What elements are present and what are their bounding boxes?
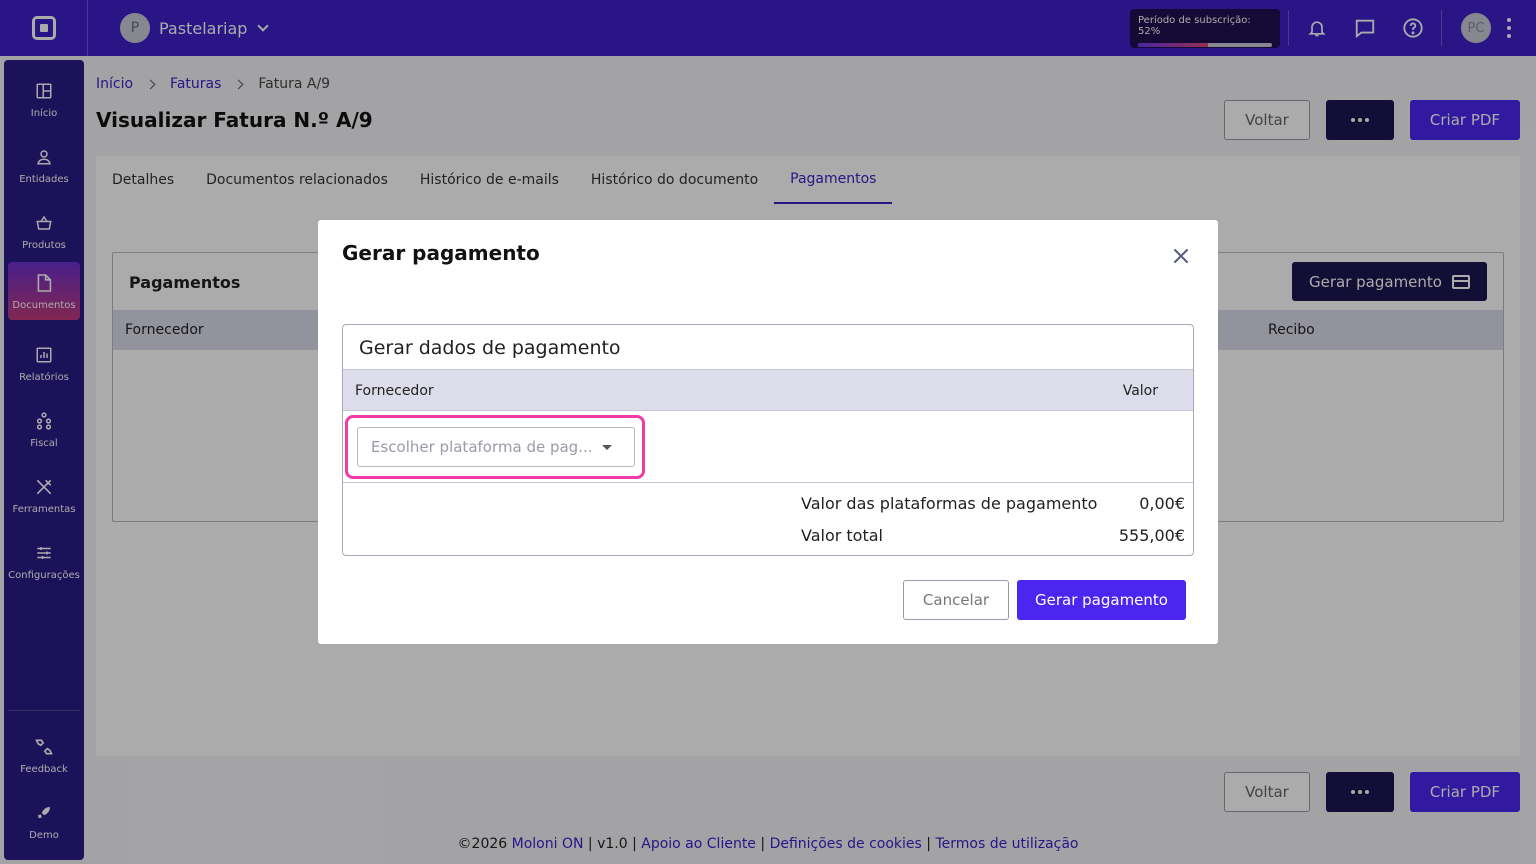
payment-data-table-header: Fornecedor Valor xyxy=(343,369,1193,411)
payment-platform-select[interactable]: Escolher plataforma de pag... xyxy=(357,427,635,467)
summary-label: Valor das plataformas de pagamento xyxy=(801,494,1098,513)
summary-value: 0,00€ xyxy=(1139,494,1185,513)
column-header-provider: Fornecedor xyxy=(355,383,434,399)
panel-divider xyxy=(343,482,1193,483)
generate-payment-modal: Gerar pagamento Gerar dados de pagamento… xyxy=(318,220,1218,644)
payment-data-panel: Gerar dados de pagamento Fornecedor Valo… xyxy=(342,324,1194,556)
panel-title: Gerar dados de pagamento xyxy=(359,337,621,359)
summary-value: 555,00€ xyxy=(1118,526,1185,545)
cancel-button[interactable]: Cancelar xyxy=(903,580,1009,620)
confirm-generate-payment-button[interactable]: Gerar pagamento xyxy=(1017,580,1186,620)
summary-label: Valor total xyxy=(801,526,883,545)
select-placeholder: Escolher plataforma de pag... xyxy=(371,438,593,456)
column-header-value: Valor xyxy=(1122,383,1158,399)
highlight-frame: Escolher plataforma de pag... xyxy=(345,415,645,479)
close-icon[interactable] xyxy=(1173,248,1189,264)
caret-down-icon xyxy=(602,445,612,450)
modal-title: Gerar pagamento xyxy=(342,241,540,265)
